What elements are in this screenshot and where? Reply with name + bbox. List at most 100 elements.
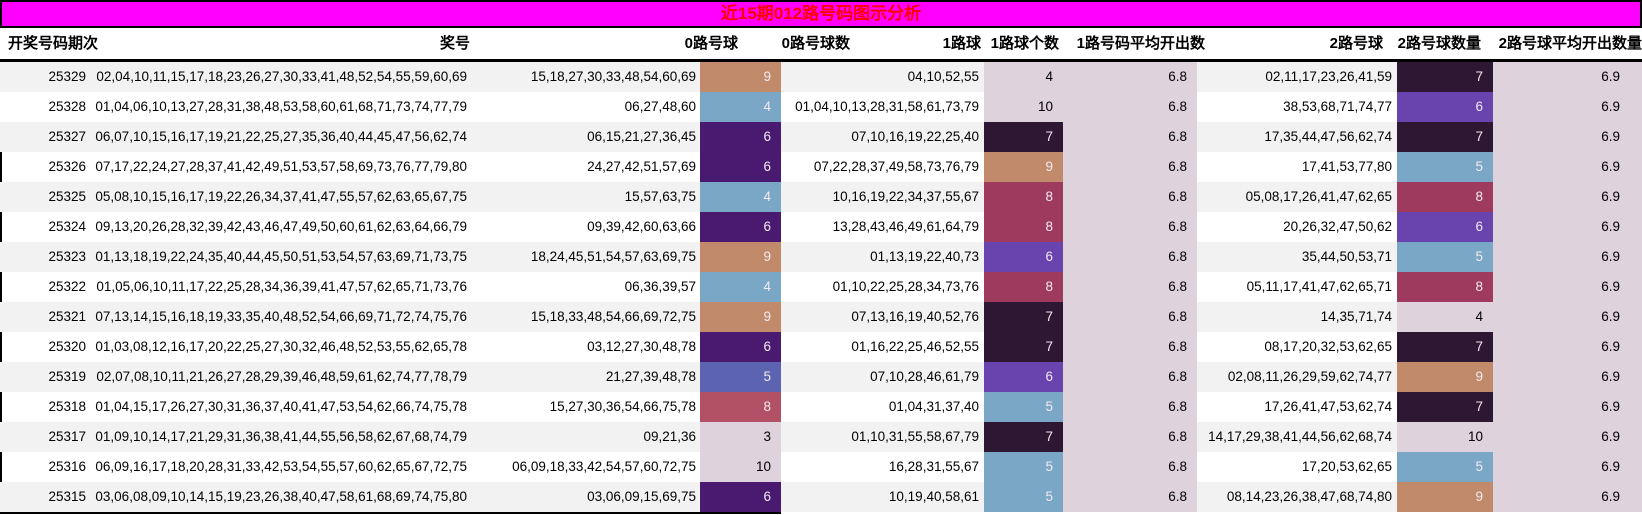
table-row: 25319 02,07,08,10,11,21,26,27,28,29,39,4… [0, 362, 1642, 392]
analysis-table: 近15期012路号码图示分析 开奖号码期次 奖号 0路号球 0路号球数 1路球 … [0, 0, 1642, 515]
cell-road1-average: 6.8 [1063, 302, 1197, 332]
cell-road0-count: 9 [700, 62, 781, 92]
cell-period: 25326 [48, 159, 86, 174]
cell-road1-count: 8 [984, 182, 1063, 212]
cell-road2-count: 7 [1397, 392, 1493, 422]
column-header-road2-count: 2路号球数量 [1397, 35, 1481, 52]
cell-road0-balls: 06,27,48,60 [624, 99, 696, 114]
cell-road0-count: 4 [700, 272, 781, 302]
cell-road0-balls: 15,18,27,30,33,48,54,60,69 [470, 62, 700, 92]
cell-road2-count: 8 [1397, 272, 1493, 302]
cell-road0-count: 3 [700, 422, 781, 452]
cell-road1-balls: 13,28,43,46,49,61,64,79 [832, 219, 979, 234]
cell-road2-count: 8 [1397, 182, 1493, 212]
column-header-road2-average: 2路号球平均开出数量 [1498, 35, 1642, 52]
cell-road1-count: 5 [984, 452, 1063, 482]
table-row: 25317 01,09,10,14,17,21,29,31,36,38,41,4… [0, 422, 1642, 452]
cell-road1-average: 6.8 [1063, 182, 1197, 212]
cell-period: 25317 [0, 422, 90, 452]
cell-road1-balls: 01,10,22,25,28,34,73,76 [832, 279, 979, 294]
cell-road2-count: 5 [1397, 152, 1493, 182]
cell-period: 25318 [48, 399, 86, 414]
cell-road2-balls: 08,17,20,32,53,62,65 [1264, 339, 1392, 354]
table-bottom-border [0, 512, 781, 514]
cell-road0-count: 6 [700, 482, 781, 512]
cell-road1-balls: 16,28,31,55,67 [888, 459, 979, 474]
cell-road1-count: 5 [984, 392, 1063, 422]
cell-road1-balls: 01,16,22,25,46,52,55 [851, 339, 979, 354]
column-header-road1-count: 1路球个数 [990, 35, 1059, 52]
cell-road1-count: 5 [984, 482, 1063, 512]
cell-road0-balls: 09,21,36 [470, 422, 700, 452]
page-title: 近15期012路号码图示分析 [0, 0, 1642, 28]
table-row: 25316 06,09,16,17,18,20,28,31,33,42,53,5… [0, 452, 1642, 482]
cell-road1-average: 6.8 [1063, 242, 1197, 272]
cell-road1-balls: 07,10,16,19,22,25,40 [781, 122, 984, 152]
cell-road2-balls: 02,08,11,26,29,59,62,74,77 [1197, 362, 1397, 392]
cell-road1-average: 6.8 [1063, 362, 1197, 392]
table-row: 25324 09,13,20,26,28,32,39,42,43,46,47,4… [0, 212, 1642, 242]
cell-road2-count: 7 [1397, 122, 1493, 152]
column-header-road0-count: 0路号球数 [781, 35, 850, 52]
cell-winning-numbers: 01,04,06,10,13,27,28,31,38,48,53,58,60,6… [95, 99, 467, 114]
column-header-road1-balls: 1路球 [942, 35, 981, 52]
cell-road1-average: 6.8 [1063, 482, 1197, 512]
cell-road2-average: 6.9 [1493, 212, 1642, 242]
cell-road2-average: 6.9 [1493, 392, 1642, 422]
cell-road2-average: 6.9 [1493, 122, 1642, 152]
cell-winning-numbers: 02,04,10,11,15,17,18,23,26,27,30,33,41,4… [90, 62, 470, 92]
cell-road1-average: 6.8 [1063, 272, 1197, 302]
column-header-road1-average: 1路号码平均开出数 [1076, 35, 1205, 52]
cell-road2-balls: 05,08,17,26,41,47,62,65 [1197, 182, 1397, 212]
table-row: 25325 05,08,10,15,16,17,19,22,26,34,37,4… [0, 182, 1642, 212]
cell-winning-numbers: 02,07,08,10,11,21,26,27,28,29,39,46,48,5… [90, 362, 470, 392]
cell-period: 25329 [0, 62, 90, 92]
cell-road0-balls: 15,18,33,48,54,66,69,72,75 [470, 302, 700, 332]
cell-road1-average: 6.8 [1063, 392, 1197, 422]
cell-road1-count: 6 [984, 362, 1063, 392]
cell-road1-balls: 01,04,10,13,28,31,58,61,73,79 [795, 99, 979, 114]
cell-road2-average: 6.9 [1493, 422, 1642, 452]
cell-road0-count: 6 [700, 212, 781, 242]
table-row: 25321 07,13,14,15,16,18,19,33,35,40,48,5… [0, 302, 1642, 332]
cell-winning-numbers: 07,13,14,15,16,18,19,33,35,40,48,52,54,6… [90, 302, 470, 332]
cell-period: 25324 [48, 219, 86, 234]
cell-road2-average: 6.9 [1493, 92, 1642, 122]
cell-road1-balls: 10,19,40,58,61 [781, 482, 984, 512]
cell-road0-balls: 21,27,39,48,78 [470, 362, 700, 392]
cell-period: 25325 [0, 182, 90, 212]
table-row: 25320 01,03,08,12,16,17,20,22,25,27,30,3… [0, 332, 1642, 362]
column-header-road2-balls: 2路号球 [1329, 35, 1383, 52]
cell-road0-count: 5 [700, 362, 781, 392]
cell-road2-average: 6.9 [1493, 332, 1642, 362]
cell-road0-balls: 15,27,30,36,54,66,75,78 [549, 399, 696, 414]
cell-road1-average: 6.8 [1063, 212, 1197, 242]
cell-road2-balls: 17,41,53,77,80 [1301, 159, 1392, 174]
table-body: 25329 02,04,10,11,15,17,18,23,26,27,30,3… [0, 62, 1642, 512]
cell-road2-count: 9 [1397, 362, 1493, 392]
cell-winning-numbers: 06,09,16,17,18,20,28,31,33,42,53,54,55,5… [95, 459, 467, 474]
cell-road1-average: 6.8 [1063, 122, 1197, 152]
cell-winning-numbers: 01,13,18,19,22,24,35,40,44,45,50,51,53,5… [90, 242, 470, 272]
cell-road1-count: 7 [984, 302, 1063, 332]
cell-road1-balls: 01,04,31,37,40 [888, 399, 979, 414]
cell-period: 25322 [48, 279, 86, 294]
cell-road0-balls: 06,15,21,27,36,45 [470, 122, 700, 152]
cell-road1-average: 6.8 [1063, 452, 1197, 482]
cell-road2-average: 6.9 [1493, 242, 1642, 272]
cell-period: 25319 [0, 362, 90, 392]
cell-road2-balls: 08,14,23,26,38,47,68,74,80 [1197, 482, 1397, 512]
cell-road0-balls: 06,36,39,57 [624, 279, 696, 294]
cell-road2-count: 5 [1397, 452, 1493, 482]
cell-road1-count: 6 [984, 242, 1063, 272]
cell-road2-count: 7 [1397, 62, 1493, 92]
cell-road2-balls: 17,26,41,47,53,62,74 [1264, 399, 1392, 414]
table-row: 25329 02,04,10,11,15,17,18,23,26,27,30,3… [0, 62, 1642, 92]
table-row: 25323 01,13,18,19,22,24,35,40,44,45,50,5… [0, 242, 1642, 272]
table-row: 25326 07,17,22,24,27,28,37,41,42,49,51,5… [0, 152, 1642, 182]
cell-road1-average: 6.8 [1063, 422, 1197, 452]
cell-road2-average: 6.9 [1493, 362, 1642, 392]
cell-road2-average: 6.9 [1493, 272, 1642, 302]
table-row: 25318 01,04,15,17,26,27,30,31,36,37,40,4… [0, 392, 1642, 422]
cell-road0-count: 6 [700, 152, 781, 182]
